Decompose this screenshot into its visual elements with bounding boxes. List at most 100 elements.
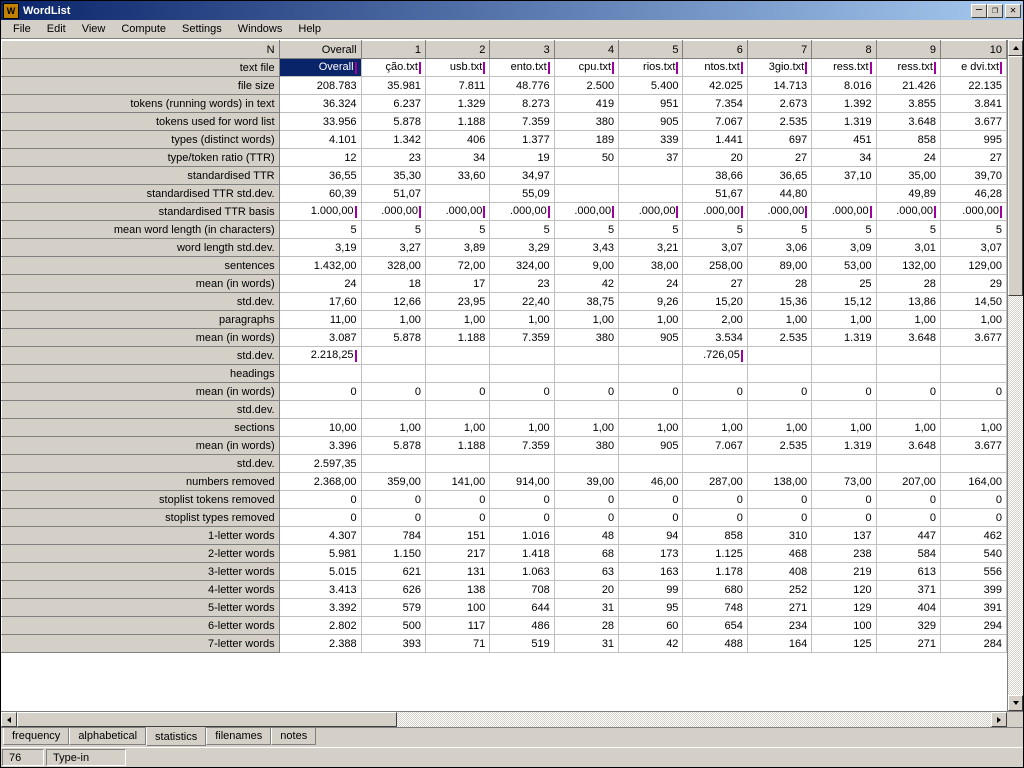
cell[interactable]: .000,00 [747, 203, 811, 221]
row-header[interactable]: file size [2, 77, 280, 95]
cell[interactable]: 17 [425, 275, 489, 293]
row-header[interactable]: tokens used for word list [2, 113, 280, 131]
cell[interactable]: 5.878 [361, 437, 425, 455]
cell[interactable] [425, 347, 489, 365]
cell[interactable]: 131 [425, 563, 489, 581]
cell[interactable] [619, 185, 683, 203]
cell[interactable]: 27 [747, 149, 811, 167]
cell[interactable] [876, 401, 940, 419]
cell[interactable]: 71 [425, 635, 489, 653]
row-header[interactable]: std.dev. [2, 401, 280, 419]
cell[interactable]: 324,00 [490, 257, 554, 275]
cell[interactable]: 3.648 [876, 437, 940, 455]
cell[interactable]: 1.319 [812, 329, 876, 347]
cell[interactable]: 15,36 [747, 293, 811, 311]
cell[interactable]: 3.396 [279, 437, 361, 455]
cell[interactable] [554, 347, 618, 365]
h-scroll-thumb[interactable] [17, 712, 397, 727]
menu-edit[interactable]: Edit [39, 21, 74, 37]
cell[interactable]: 408 [747, 563, 811, 581]
cell[interactable]: 51,07 [361, 185, 425, 203]
cell[interactable] [747, 455, 811, 473]
cell[interactable]: 0 [747, 509, 811, 527]
cell[interactable] [554, 365, 618, 383]
cell[interactable]: 36.324 [279, 95, 361, 113]
scroll-track[interactable] [1008, 56, 1023, 695]
cell[interactable]: 46,28 [940, 185, 1006, 203]
cell[interactable]: 38,66 [683, 167, 747, 185]
cell[interactable]: 12,66 [361, 293, 425, 311]
column-header[interactable]: 9 [876, 41, 940, 59]
cell[interactable]: ntos.txt [683, 59, 747, 77]
cell[interactable]: ress.txt [812, 59, 876, 77]
restore-button[interactable]: ❐ [987, 4, 1003, 18]
row-header[interactable]: types (distinct words) [2, 131, 280, 149]
cell[interactable]: 3.841 [940, 95, 1006, 113]
cell[interactable]: 46,00 [619, 473, 683, 491]
cell[interactable]: 3.648 [876, 329, 940, 347]
cell[interactable]: 1.432,00 [279, 257, 361, 275]
cell[interactable]: 63 [554, 563, 618, 581]
cell[interactable] [554, 401, 618, 419]
cell[interactable]: 3.677 [940, 113, 1006, 131]
cell[interactable]: 24 [279, 275, 361, 293]
cell[interactable] [425, 365, 489, 383]
column-header[interactable]: 8 [812, 41, 876, 59]
cell[interactable]: 1.178 [683, 563, 747, 581]
cell[interactable]: 613 [876, 563, 940, 581]
row-header[interactable]: std.dev. [2, 293, 280, 311]
cell[interactable]: 626 [361, 581, 425, 599]
cell[interactable] [490, 365, 554, 383]
cell[interactable]: 33.956 [279, 113, 361, 131]
cell[interactable]: 419 [554, 95, 618, 113]
cell[interactable] [554, 455, 618, 473]
horizontal-scrollbar[interactable] [1, 711, 1023, 727]
cell[interactable] [876, 455, 940, 473]
cell[interactable]: 380 [554, 437, 618, 455]
cell[interactable] [940, 365, 1006, 383]
cell[interactable]: 9,00 [554, 257, 618, 275]
cell[interactable]: 3.648 [876, 113, 940, 131]
cell[interactable]: 1.188 [425, 437, 489, 455]
cell[interactable]: 0 [361, 491, 425, 509]
cell[interactable] [940, 455, 1006, 473]
cell[interactable]: 5 [490, 221, 554, 239]
cell[interactable]: 3,07 [940, 239, 1006, 257]
column-header[interactable]: 10 [940, 41, 1006, 59]
cell[interactable]: 3.392 [279, 599, 361, 617]
cell[interactable]: 1.000,00 [279, 203, 361, 221]
cell[interactable]: 33,60 [425, 167, 489, 185]
tab-statistics[interactable]: statistics [146, 727, 206, 746]
cell[interactable]: 3.087 [279, 329, 361, 347]
cell[interactable]: 34,97 [490, 167, 554, 185]
cell[interactable] [812, 365, 876, 383]
cell[interactable]: 120 [812, 581, 876, 599]
scroll-thumb[interactable] [1008, 56, 1023, 296]
row-header[interactable]: stoplist types removed [2, 509, 280, 527]
row-header[interactable]: tokens (running words) in text [2, 95, 280, 113]
row-header[interactable]: 1-letter words [2, 527, 280, 545]
cell[interactable]: 39,00 [554, 473, 618, 491]
cell[interactable]: 2.535 [747, 329, 811, 347]
cell[interactable]: 1,00 [554, 419, 618, 437]
row-header[interactable]: standardised TTR [2, 167, 280, 185]
cell[interactable]: .726,05 [683, 347, 747, 365]
cell[interactable]: 0 [940, 509, 1006, 527]
cell[interactable] [683, 401, 747, 419]
cell[interactable]: 3,27 [361, 239, 425, 257]
cell[interactable]: 0 [361, 509, 425, 527]
cell[interactable]: ção.txt [361, 59, 425, 77]
cell[interactable]: 5.400 [619, 77, 683, 95]
cell[interactable]: 2.535 [747, 437, 811, 455]
cell[interactable]: 391 [940, 599, 1006, 617]
cell[interactable]: 8.016 [812, 77, 876, 95]
cell[interactable]: 0 [747, 491, 811, 509]
cell[interactable]: 7.067 [683, 113, 747, 131]
cell[interactable]: rios.txt [619, 59, 683, 77]
cell[interactable] [554, 185, 618, 203]
cell[interactable]: 129,00 [940, 257, 1006, 275]
cell[interactable]: 5 [361, 221, 425, 239]
cell[interactable]: ress.txt [876, 59, 940, 77]
cell[interactable]: 5 [940, 221, 1006, 239]
cell[interactable]: 3gio.txt [747, 59, 811, 77]
